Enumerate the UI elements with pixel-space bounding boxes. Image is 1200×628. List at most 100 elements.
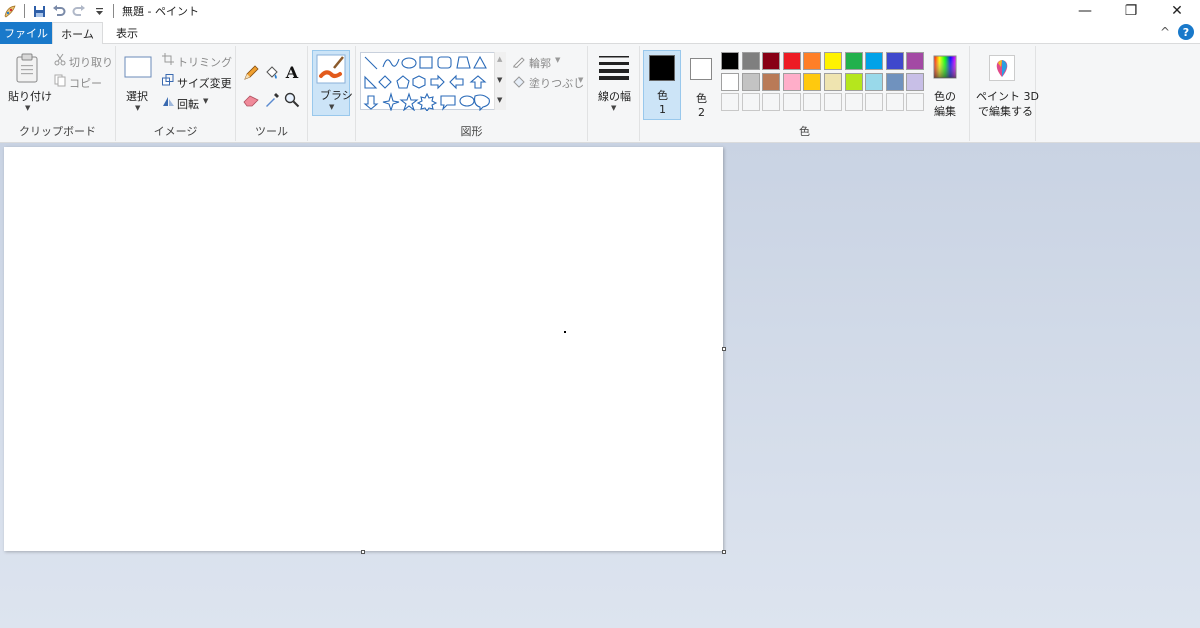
resize-handle-bottom[interactable] <box>361 550 365 554</box>
help-icon[interactable]: ? <box>1178 24 1194 40</box>
size-button[interactable]: 線の幅 <box>598 88 631 104</box>
resize-button[interactable]: サイズ変更 <box>177 75 232 91</box>
shape-fill-icon[interactable] <box>511 74 527 88</box>
edit-colors-label-bottom[interactable]: 編集 <box>934 103 956 119</box>
outline-button[interactable]: 輪郭 <box>529 55 551 71</box>
palette-color-swatch[interactable] <box>803 72 822 91</box>
custom-color-slot[interactable] <box>721 93 739 112</box>
custom-color-slot[interactable] <box>865 93 884 112</box>
paint3d-label-line2[interactable]: で編集する <box>978 103 1033 119</box>
cut-button[interactable]: 切り取り <box>69 54 113 70</box>
text-icon[interactable]: A <box>283 62 301 82</box>
paste-icon[interactable] <box>14 52 40 84</box>
custom-color-slot[interactable] <box>844 93 863 112</box>
restore-button[interactable]: ❐ <box>1108 0 1154 22</box>
copy-icon[interactable] <box>53 73 67 87</box>
palette-color-swatch[interactable] <box>824 52 842 70</box>
crop-button[interactable]: トリミング <box>177 54 232 70</box>
rotate-icon[interactable] <box>161 94 175 108</box>
crop-icon[interactable] <box>161 52 175 66</box>
color1-button[interactable]: 色 1 <box>643 50 681 120</box>
edit-colors-label-top[interactable]: 色の <box>934 88 956 104</box>
shape-fill-button[interactable]: 塗りつぶし <box>529 75 584 91</box>
select-dropdown-icon[interactable]: ▼ <box>135 104 140 112</box>
size-dropdown-icon[interactable]: ▼ <box>611 104 616 112</box>
tab-file[interactable]: ファイル <box>0 22 52 44</box>
scroll-down-icon[interactable]: ▼ <box>497 76 502 84</box>
color2-button[interactable]: 色 2 <box>685 50 721 120</box>
brush-button[interactable]: ブラシ ▼ <box>312 50 353 116</box>
color-palette <box>721 52 929 114</box>
resize-handle-right[interactable] <box>722 347 726 351</box>
palette-color-swatch[interactable] <box>824 72 842 91</box>
undo-icon[interactable] <box>51 3 67 19</box>
custom-color-slot[interactable] <box>782 93 801 112</box>
palette-color-swatch[interactable] <box>885 72 904 91</box>
fill-icon[interactable] <box>263 64 281 82</box>
palette-color-swatch[interactable] <box>721 72 739 91</box>
paint-app-icon[interactable] <box>2 3 18 19</box>
customize-icon[interactable] <box>91 3 107 19</box>
palette-color-swatch[interactable] <box>782 72 801 91</box>
palette-color-swatch[interactable] <box>844 72 863 91</box>
palette-color-swatch[interactable] <box>741 72 760 91</box>
custom-color-slot[interactable] <box>803 93 822 112</box>
collapse-ribbon-icon[interactable]: ^ <box>1160 25 1170 39</box>
drawing-canvas[interactable] <box>4 147 723 551</box>
shapes-gallery[interactable] <box>360 52 506 112</box>
palette-color-swatch[interactable] <box>844 52 863 70</box>
palette-color-swatch[interactable] <box>803 52 822 70</box>
palette-color-swatch[interactable] <box>906 72 925 91</box>
redo-icon[interactable] <box>71 3 87 19</box>
shapes-gallery-icons <box>363 55 490 112</box>
pencil-icon[interactable] <box>242 64 260 82</box>
tab-view[interactable]: 表示 <box>104 22 150 44</box>
scroll-up-icon[interactable]: ▲ <box>497 55 502 63</box>
shapes-group-label: 図形 <box>460 125 483 138</box>
cut-icon[interactable] <box>53 52 67 66</box>
magnifier-icon[interactable] <box>283 91 301 109</box>
shape-fill-dropdown-icon[interactable]: ▼ <box>578 76 583 84</box>
palette-color-swatch[interactable] <box>762 72 781 91</box>
palette-color-swatch[interactable] <box>741 52 760 70</box>
shapes-scrollbar[interactable]: ▲ ▼ ▼ <box>494 52 506 110</box>
palette-color-swatch[interactable] <box>906 52 925 70</box>
palette-color-swatch[interactable] <box>865 52 884 70</box>
tab-home[interactable]: ホーム <box>52 22 103 45</box>
eraser-icon[interactable] <box>242 91 260 109</box>
palette-color-swatch[interactable] <box>762 52 781 70</box>
palette-color-swatch[interactable] <box>721 52 739 70</box>
size-icon[interactable] <box>598 54 630 80</box>
scroll-more-icon[interactable]: ▼ <box>497 96 502 104</box>
select-button[interactable]: 選択 <box>126 88 148 104</box>
custom-color-slot[interactable] <box>885 93 904 112</box>
custom-color-slot[interactable] <box>906 93 925 112</box>
paint3d-icon[interactable] <box>988 54 1016 82</box>
custom-color-slot[interactable] <box>741 93 760 112</box>
palette-color-swatch[interactable] <box>865 72 884 91</box>
paste-button[interactable]: 貼り付け <box>8 88 52 104</box>
minimize-button[interactable]: — <box>1062 0 1108 22</box>
edit-colors-icon[interactable] <box>932 54 958 80</box>
resize-icon[interactable] <box>161 73 175 87</box>
colors-group: 色 1 色 2 色の 編集 色 <box>640 46 970 141</box>
custom-color-slot[interactable] <box>824 93 842 112</box>
select-icon[interactable] <box>124 56 152 78</box>
rotate-dropdown-icon[interactable]: ▼ <box>203 97 208 105</box>
palette-color-swatch[interactable] <box>885 52 904 70</box>
outline-dropdown-icon[interactable]: ▼ <box>555 56 560 64</box>
copy-button[interactable]: コピー <box>69 75 102 91</box>
color-picker-icon[interactable] <box>263 91 281 109</box>
paste-dropdown-icon[interactable]: ▼ <box>25 104 30 112</box>
workspace <box>0 143 1200 628</box>
paint3d-label-line1[interactable]: ペイント 3D <box>976 88 1039 104</box>
close-button[interactable]: ✕ <box>1154 0 1200 22</box>
color1-swatch <box>649 55 675 81</box>
tools-group: A ツール <box>236 46 308 141</box>
custom-color-slot[interactable] <box>762 93 781 112</box>
save-icon[interactable] <box>31 3 47 19</box>
resize-handle-corner[interactable] <box>722 550 726 554</box>
palette-color-swatch[interactable] <box>782 52 801 70</box>
outline-icon[interactable] <box>511 54 527 68</box>
rotate-button[interactable]: 回転 <box>177 96 199 112</box>
